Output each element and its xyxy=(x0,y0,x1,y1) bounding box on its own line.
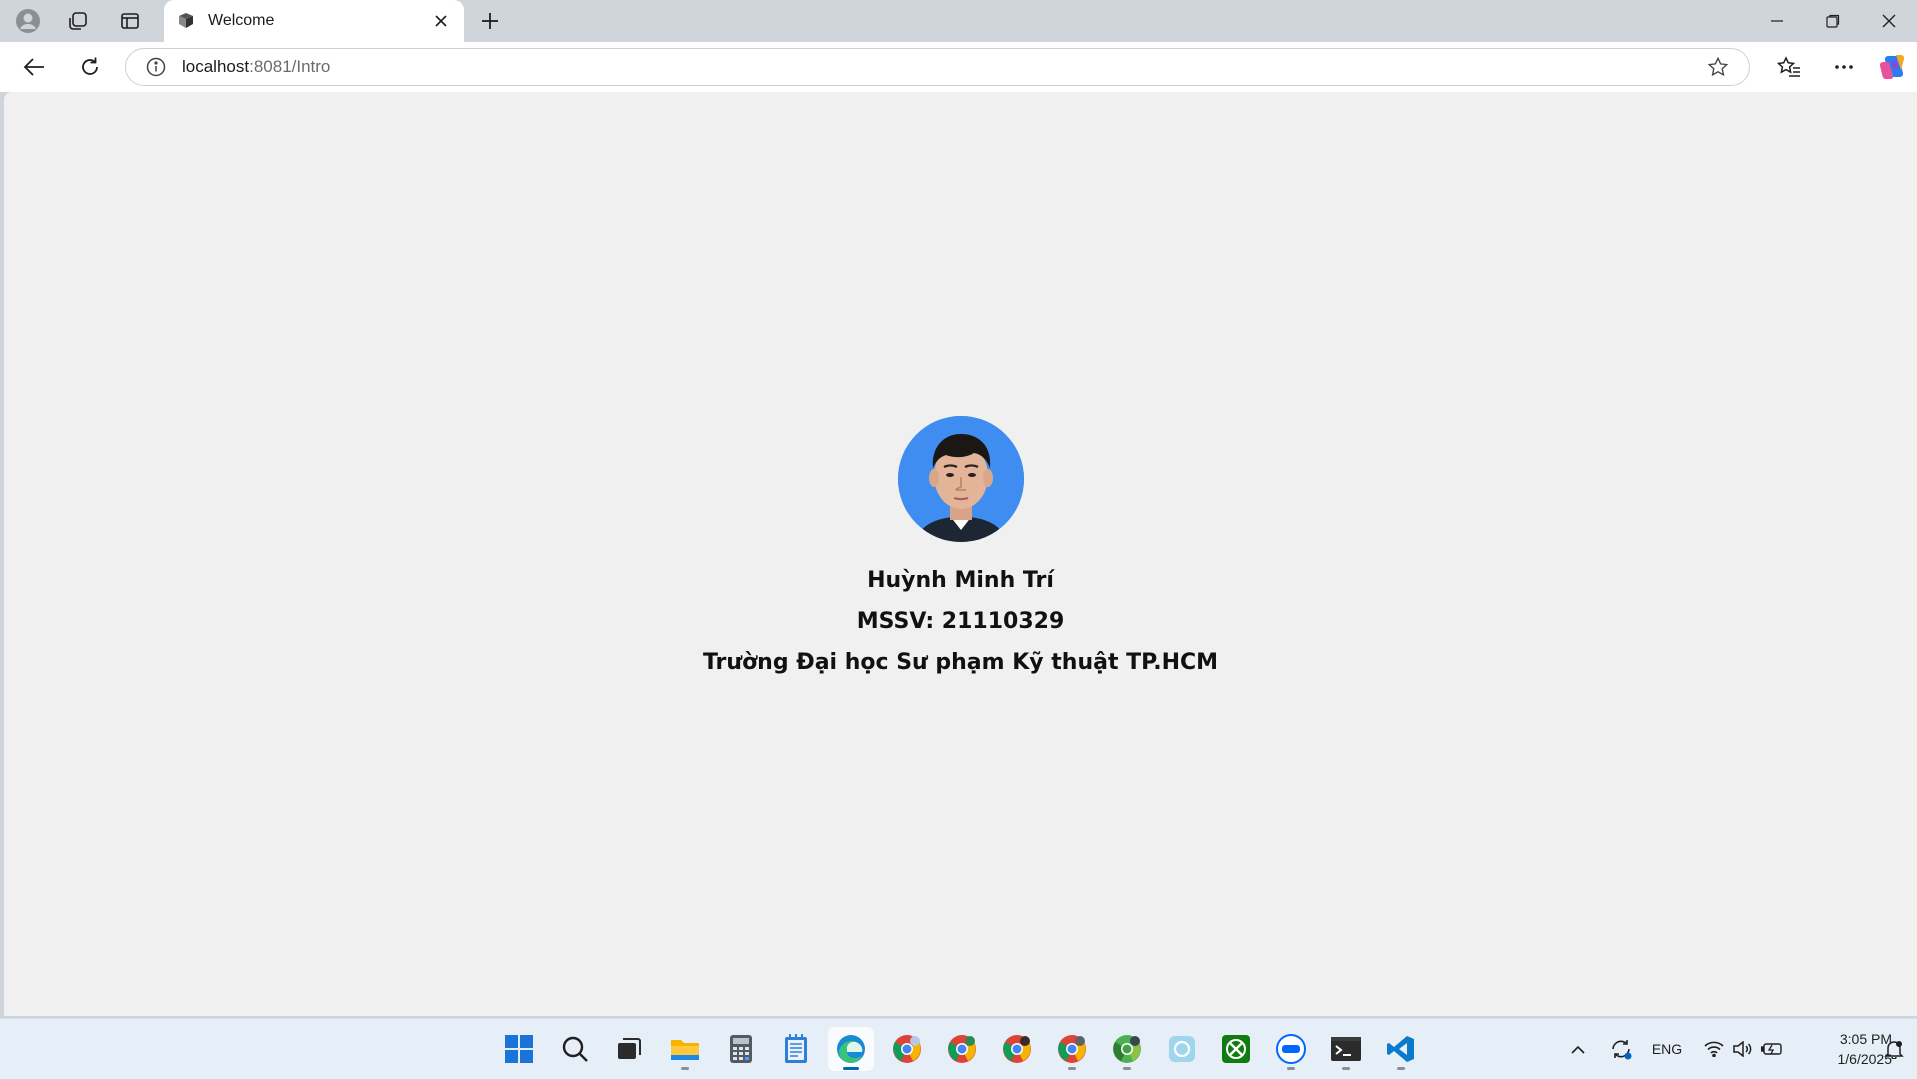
browser-toolbar: localhost:8081/Intro xyxy=(0,42,1917,92)
notepad-icon[interactable] xyxy=(773,1027,819,1071)
student-name: Huỳnh Minh Trí xyxy=(867,568,1054,593)
chrome-profile-5-icon[interactable] xyxy=(1104,1027,1150,1071)
workspaces-icon[interactable] xyxy=(58,6,98,36)
refresh-button[interactable] xyxy=(70,49,110,85)
url-text[interactable]: localhost:8081/Intro xyxy=(182,57,1703,77)
app-shield-icon[interactable] xyxy=(1159,1027,1205,1071)
xbox-icon[interactable] xyxy=(1213,1027,1259,1071)
running-indicator xyxy=(1397,1067,1405,1070)
language-indicator[interactable]: ENG xyxy=(1648,1037,1686,1061)
notifications-icon[interactable] xyxy=(1882,1037,1906,1061)
close-tab-icon[interactable] xyxy=(426,6,456,36)
search-icon[interactable] xyxy=(552,1027,598,1071)
tab-welcome[interactable]: Welcome xyxy=(164,0,464,42)
chrome-profile-2-icon[interactable] xyxy=(939,1027,985,1071)
sync-icon[interactable] xyxy=(1607,1037,1635,1061)
copilot-icon[interactable] xyxy=(1873,49,1913,85)
wifi-icon[interactable] xyxy=(1702,1037,1726,1061)
back-button[interactable] xyxy=(14,49,54,85)
more-menu-icon[interactable] xyxy=(1824,49,1864,85)
chrome-profile-1-icon[interactable] xyxy=(884,1027,930,1071)
favorites-icon[interactable] xyxy=(1769,49,1809,85)
student-id: MSSV: 21110329 xyxy=(856,609,1065,634)
terminal-icon[interactable] xyxy=(1323,1027,1369,1071)
tab-strip: Welcome xyxy=(0,0,1917,42)
running-indicator xyxy=(843,1067,859,1070)
edge-browser-icon[interactable] xyxy=(828,1027,874,1071)
new-tab-button[interactable] xyxy=(472,6,508,36)
calculator-icon[interactable] xyxy=(718,1027,764,1071)
chrome-profile-4-icon[interactable] xyxy=(1049,1027,1095,1071)
vertical-tabs-icon[interactable] xyxy=(110,6,150,36)
clock-date: 1/6/2025 xyxy=(1837,1051,1893,1067)
address-bar[interactable]: localhost:8081/Intro xyxy=(125,48,1750,86)
url-host: localhost xyxy=(182,57,250,76)
minimize-button[interactable] xyxy=(1749,0,1805,42)
file-explorer-icon[interactable] xyxy=(662,1027,708,1071)
profile-icon[interactable] xyxy=(8,6,48,36)
running-indicator xyxy=(1068,1067,1076,1070)
running-indicator xyxy=(1123,1067,1131,1070)
url-path: :8081/Intro xyxy=(249,57,331,76)
clock-time: 3:05 PM xyxy=(1839,1031,1892,1047)
site-info-icon[interactable] xyxy=(144,55,168,79)
chrome-profile-3-icon[interactable] xyxy=(994,1027,1040,1071)
running-indicator xyxy=(1287,1067,1295,1070)
system-clock[interactable]: 3:05 PM 1/6/2025 xyxy=(1792,1029,1893,1069)
running-indicator xyxy=(1342,1067,1350,1070)
vscode-icon[interactable] xyxy=(1378,1027,1424,1071)
profile-card: Huỳnh Minh Trí MSSV: 21110329 Trường Đại… xyxy=(4,416,1917,675)
taskbar: ENG 3:05 PM 1/6/2025 xyxy=(0,1018,1917,1079)
close-window-button[interactable] xyxy=(1861,0,1917,42)
school-name: Trường Đại học Sư phạm Kỹ thuật TP.HCM xyxy=(702,650,1219,675)
task-view-icon[interactable] xyxy=(606,1027,652,1071)
page-favicon-icon xyxy=(174,9,198,33)
running-indicator xyxy=(681,1067,689,1070)
start-button[interactable] xyxy=(496,1027,542,1071)
volume-icon[interactable] xyxy=(1730,1037,1754,1061)
restore-button[interactable] xyxy=(1805,0,1861,42)
page-viewport: Huỳnh Minh Trí MSSV: 21110329 Trường Đại… xyxy=(4,92,1917,1016)
favorite-star-icon[interactable] xyxy=(1703,52,1733,82)
show-hidden-icons-chevron-icon[interactable] xyxy=(1568,1037,1588,1061)
zalo-icon[interactable] xyxy=(1268,1027,1314,1071)
battery-icon[interactable] xyxy=(1760,1037,1784,1061)
tab-title: Welcome xyxy=(208,12,275,29)
profile-photo xyxy=(897,416,1024,542)
